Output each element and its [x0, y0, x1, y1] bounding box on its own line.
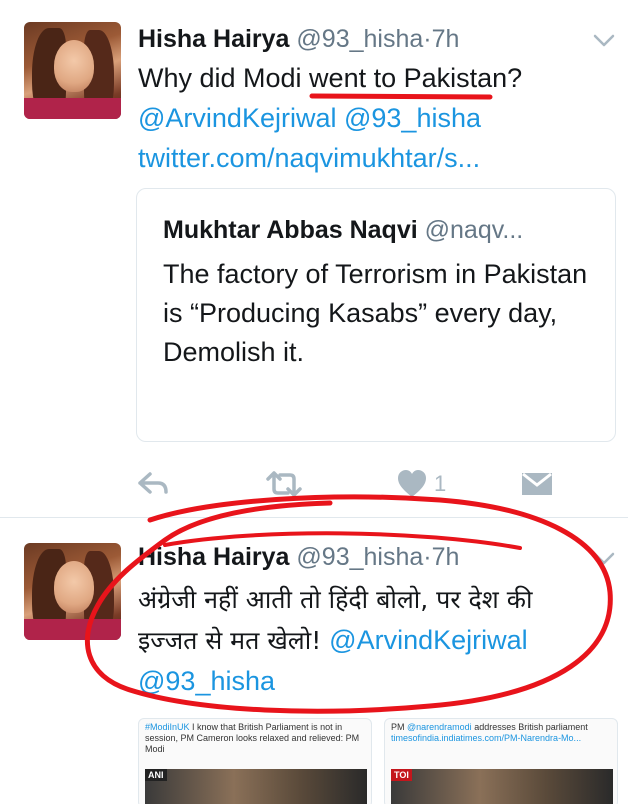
- separator: ·: [423, 543, 432, 571]
- reply-icon: [138, 472, 168, 494]
- avatar[interactable]: [24, 543, 121, 640]
- media-logo: TOI: [391, 769, 412, 781]
- media-image[interactable]: PM @narendramodi addresses British parli…: [384, 718, 618, 804]
- tweet[interactable]: Hisha Hairya @93_hisha·7h अंग्रेजी नहीं …: [0, 518, 628, 804]
- tweet[interactable]: Hisha Hairya @93_hisha·7h Why did Modi w…: [0, 0, 628, 518]
- mention-link[interactable]: @93_hisha: [138, 661, 532, 701]
- tweet-actions: 1: [136, 466, 576, 502]
- quote-header: Mukhtar Abbas Naqvi @naqv...: [163, 214, 523, 246]
- media-strip: #ModiInUK I know that British Parliament…: [138, 718, 618, 804]
- retweet-button[interactable]: [264, 466, 304, 502]
- timestamp[interactable]: 7h: [432, 543, 460, 571]
- url-link[interactable]: twitter.com/naqvimukhtar/s...: [138, 138, 522, 178]
- tweet-text-line: इज्जत से मत खेलो!: [138, 626, 322, 655]
- media-caption: #ModiInUK I know that British Parliament…: [145, 722, 360, 754]
- envelope-icon: [522, 472, 552, 495]
- like-button[interactable]: 1: [396, 466, 446, 502]
- tweet-header: Hisha Hairya @93_hisha·7h: [138, 24, 459, 54]
- separator: ·: [423, 25, 432, 53]
- mention-link[interactable]: @ArvindKejriwal: [329, 625, 527, 655]
- handle[interactable]: @93_hisha: [296, 543, 423, 571]
- display-name[interactable]: Hisha Hairya: [138, 25, 289, 53]
- display-name[interactable]: Hisha Hairya: [138, 543, 289, 571]
- tweet-text: Why did Modi went to Pakistan? @ArvindKe…: [138, 58, 522, 178]
- tweet-text: अंग्रेजी नहीं आती तो हिंदी बोलो, पर देश …: [138, 580, 532, 701]
- retweet-icon: [266, 471, 302, 497]
- heart-icon: [398, 470, 426, 497]
- like-count: 1: [434, 471, 447, 496]
- chevron-down-icon[interactable]: [592, 32, 616, 50]
- timestamp[interactable]: 7h: [432, 25, 460, 53]
- quote-display-name: Mukhtar Abbas Naqvi: [163, 216, 418, 244]
- media-logo: ANI: [145, 769, 167, 781]
- handle[interactable]: @93_hisha: [296, 25, 423, 53]
- avatar[interactable]: [24, 22, 121, 119]
- direct-message-button[interactable]: [520, 466, 554, 502]
- tweet-text-line: अंग्रेजी नहीं आती तो हिंदी बोलो, पर देश …: [138, 585, 533, 614]
- media-image[interactable]: #ModiInUK I know that British Parliament…: [138, 718, 372, 804]
- tweet-text-line: Why did Modi went to Pakistan?: [138, 63, 523, 93]
- quoted-tweet-card[interactable]: Mukhtar Abbas Naqvi @naqv... The factory…: [136, 188, 616, 442]
- reply-button[interactable]: [136, 466, 170, 502]
- quote-text: The factory of Terrorism in Pakistan is …: [163, 259, 588, 367]
- media-caption: PM @narendramodi addresses British parli…: [391, 722, 588, 743]
- mention-link[interactable]: @93_hisha: [344, 103, 481, 133]
- tweet-header: Hisha Hairya @93_hisha·7h: [138, 542, 459, 572]
- mention-link[interactable]: @ArvindKejriwal: [138, 103, 336, 133]
- chevron-down-icon[interactable]: [592, 550, 616, 568]
- quote-handle: @naqv...: [424, 216, 524, 244]
